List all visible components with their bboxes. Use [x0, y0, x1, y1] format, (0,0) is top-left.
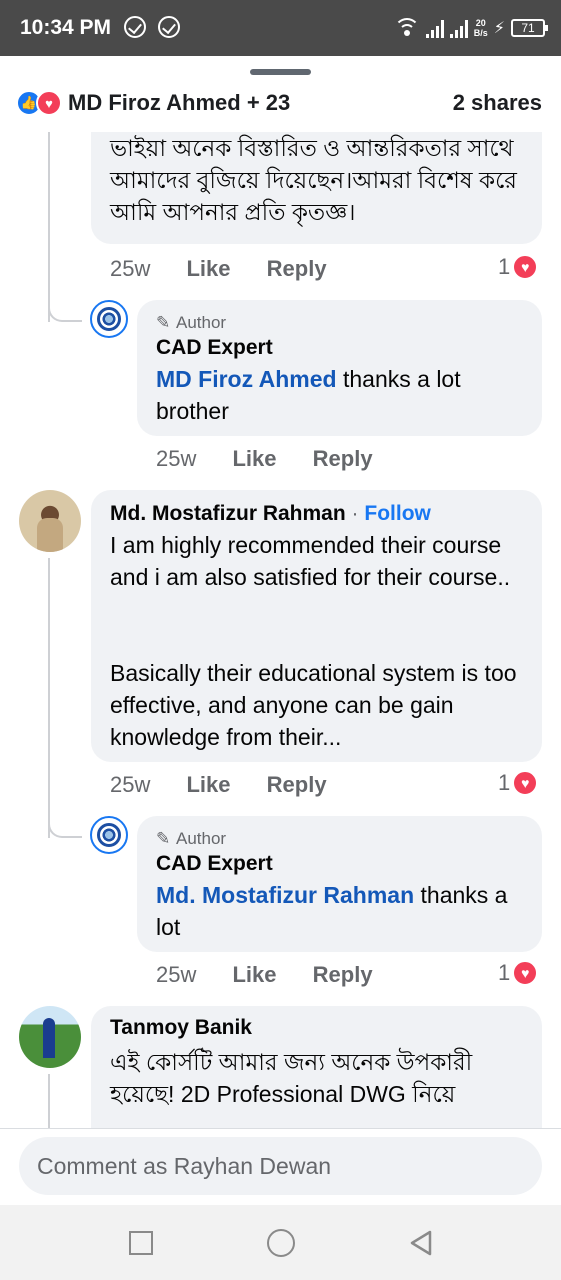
thread-line	[48, 1074, 50, 1128]
comment-text-p2: Basically their educational system is to…	[110, 660, 517, 750]
thread-connector	[48, 798, 82, 838]
share-count[interactable]: 2 shares	[453, 90, 542, 116]
comment-author-name: Md. Mostafizur Rahman · Follow	[110, 502, 431, 525]
reaction-count[interactable]: 1 ♥	[498, 770, 539, 796]
comment-text: এই কোর্সটি আমার জন্য অনেক উপকারী হয়েছে!…	[110, 1049, 473, 1107]
like-button[interactable]: Like	[186, 772, 230, 797]
comment-text-p1: I am highly recommended their course and…	[110, 532, 511, 590]
comment-actions: 25w Like Reply	[110, 256, 357, 282]
reply-author-name[interactable]: CAD Expert	[156, 336, 273, 360]
sync-check-icon	[124, 16, 146, 38]
signal-icon	[425, 18, 444, 38]
reply-actions: 25w Like Reply	[156, 962, 373, 987]
like-button[interactable]: Like	[186, 256, 230, 281]
reply-button[interactable]: Reply	[267, 256, 327, 281]
drag-handle[interactable]	[250, 69, 311, 75]
status-icons: 20 B/s ⚡ 71	[393, 14, 548, 42]
comment-composer[interactable]	[19, 1137, 542, 1195]
reply-actions: 25w Like Reply	[156, 446, 373, 471]
reaction-count[interactable]: 1 ♥	[498, 960, 539, 986]
reply-button[interactable]: Reply	[267, 772, 327, 797]
reaction-count[interactable]: 1 ♥	[498, 254, 539, 280]
net-speed: 20 B/s	[473, 18, 488, 38]
reaction-summary[interactable]: 👍 ♥ MD Firoz Ahmed + 23	[16, 88, 290, 118]
reply-author-name[interactable]: CAD Expert	[156, 852, 273, 876]
author-badge: ✎ Author	[156, 313, 227, 332]
comment-bubble[interactable]: Md. Mostafizur Rahman · Follow I am high…	[91, 490, 542, 762]
status-bar: 10:34 PM 20 B/s ⚡ 71	[0, 0, 561, 56]
thread-connector	[48, 282, 82, 322]
battery-icon: 71	[511, 19, 548, 37]
comment-list[interactable]: ভাইয়া অনেক বিস্তারিত ও আন্তরিকতার সাথে …	[0, 132, 561, 1128]
status-time: 10:34 PM	[20, 16, 112, 39]
reply-bubble[interactable]: ✎ Author CAD Expert MD Firoz Ahmed thanks…	[137, 300, 542, 436]
check-circle-icon	[158, 16, 180, 38]
love-reaction-icon: ♥	[36, 90, 62, 116]
comment-age: 25w	[110, 256, 151, 281]
mention-link[interactable]: MD Firoz Ahmed	[156, 366, 337, 392]
user-avatar[interactable]	[19, 1006, 81, 1068]
comment-input[interactable]	[37, 1137, 517, 1195]
reply-button[interactable]: Reply	[313, 962, 373, 987]
like-button[interactable]: Like	[232, 446, 276, 471]
comment-actions: 25w Like Reply	[110, 772, 327, 797]
author-avatar[interactable]	[90, 816, 128, 854]
reply-text: MD Firoz Ahmed thanks a lot brother	[156, 366, 461, 424]
pencil-icon: ✎	[156, 829, 171, 848]
comment-text: ভাইয়া অনেক বিস্তারিত ও আন্তরিকতার সাথে …	[110, 135, 517, 225]
system-nav-bar	[0, 1205, 561, 1280]
user-avatar[interactable]	[19, 490, 81, 552]
charging-icon: ⚡	[493, 20, 505, 37]
reply-bubble[interactable]: ✎ Author CAD Expert Md. Mostafizur Rahman…	[137, 816, 542, 952]
thread-line	[48, 558, 50, 838]
divider	[0, 1128, 561, 1129]
wifi-icon	[393, 18, 420, 38]
heart-icon: ♥	[512, 254, 539, 280]
signal-icon-2	[449, 18, 468, 38]
back-button[interactable]	[408, 1229, 434, 1257]
reactor-names: MD Firoz Ahmed + 23	[68, 90, 291, 115]
follow-button[interactable]: Follow	[364, 502, 431, 525]
author-avatar[interactable]	[90, 300, 128, 338]
home-button[interactable]	[267, 1229, 295, 1257]
recents-button[interactable]	[129, 1231, 153, 1255]
reply-button[interactable]: Reply	[313, 446, 373, 471]
reply-text: Md. Mostafizur Rahman thanks a lot	[156, 882, 508, 940]
comment-bubble[interactable]: ভাইয়া অনেক বিস্তারিত ও আন্তরিকতার সাথে …	[91, 132, 542, 244]
pencil-icon: ✎	[156, 313, 171, 332]
author-badge: ✎ Author	[156, 829, 227, 848]
like-button[interactable]: Like	[232, 962, 276, 987]
comment-bubble[interactable]: Tanmoy Banik এই কোর্সটি আমার জন্য অনেক উ…	[91, 1006, 542, 1128]
comment-author-name[interactable]: Tanmoy Banik	[110, 1016, 252, 1040]
mention-link[interactable]: Md. Mostafizur Rahman	[156, 882, 414, 908]
heart-icon: ♥	[512, 960, 539, 986]
heart-icon: ♥	[512, 770, 539, 796]
